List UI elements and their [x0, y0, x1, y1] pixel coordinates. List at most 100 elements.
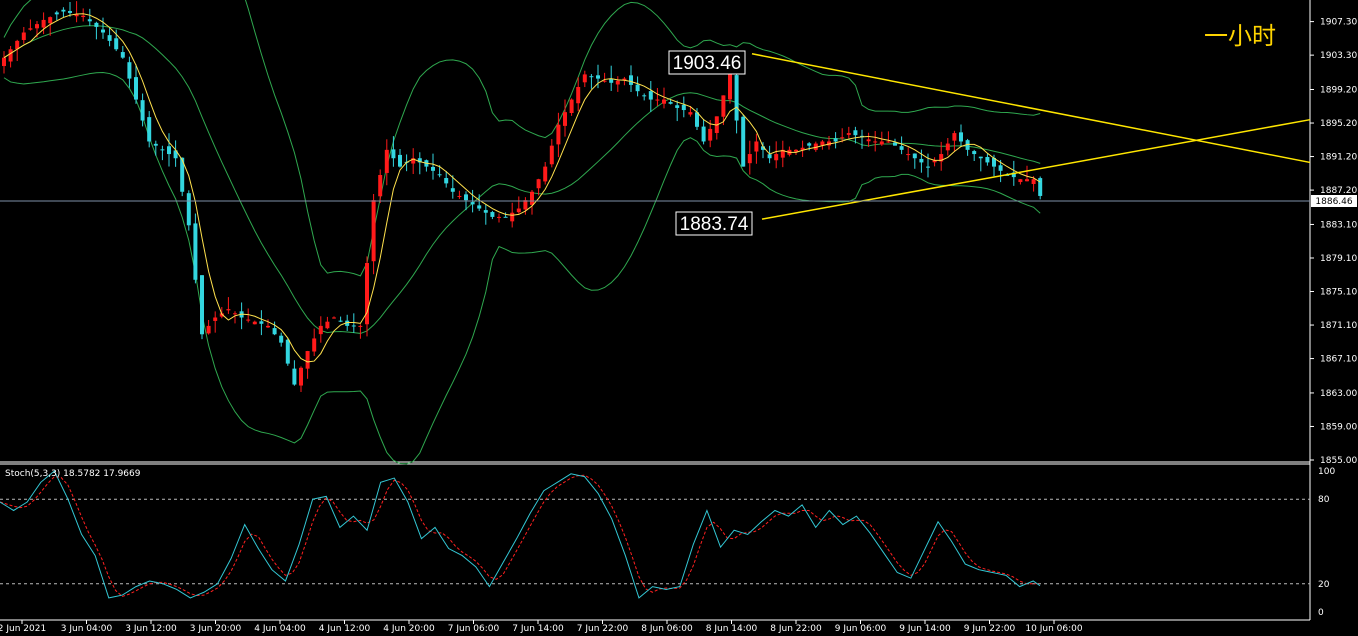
candle-body: [794, 149, 798, 152]
time-tick-label: 3 Jun 04:00: [61, 624, 113, 634]
candle-body: [378, 175, 383, 197]
price-tick-label: 1903.30: [1320, 51, 1357, 61]
candle-body: [582, 74, 587, 83]
candle-body: [919, 158, 924, 163]
candle-body: [728, 74, 732, 100]
time-tick-label: 9 Jun 14:00: [899, 624, 951, 634]
candle-body: [721, 95, 726, 117]
stoch-tick-label: 20: [1318, 580, 1330, 590]
candle-body: [140, 100, 145, 121]
candle-body: [576, 86, 581, 104]
candle-body: [926, 166, 930, 168]
candle-body: [81, 15, 86, 18]
price-tick-label: 1855.00: [1320, 456, 1357, 466]
time-tick-label: 9 Jun 22:00: [964, 624, 1016, 634]
candle-body: [292, 368, 297, 385]
price-tick-label: 1895.20: [1320, 119, 1357, 129]
candle-body: [589, 76, 594, 78]
candle-body: [853, 130, 858, 136]
candle-body: [48, 17, 53, 24]
candle-body: [602, 80, 607, 82]
candle-body: [912, 153, 917, 159]
candle-body: [708, 128, 713, 141]
candle-body: [972, 151, 977, 155]
candle-body: [470, 202, 475, 205]
candle-body: [457, 195, 462, 197]
candle-body: [153, 143, 158, 146]
candle-body: [1025, 179, 1029, 182]
candle-body: [563, 112, 567, 126]
price-chart[interactable]: 1907.30 1903.30 1899.20 1895.20 1891.20 1887.…: [0, 0, 1358, 636]
candle-body: [391, 149, 396, 159]
time-tick-label: 2 Jun 2021: [0, 624, 46, 634]
candle-body: [1031, 179, 1036, 184]
candle-body: [754, 141, 759, 152]
time-tick-label: 10 Jun 06:00: [1025, 624, 1082, 634]
candle-body: [318, 325, 323, 335]
candle-body: [523, 200, 528, 210]
candle-body: [338, 320, 343, 322]
candle-body: [312, 338, 317, 352]
candle-body: [200, 275, 204, 335]
candle-body: [299, 367, 303, 386]
candle-body: [662, 99, 666, 104]
candle-body: [510, 212, 515, 222]
candle-body: [147, 117, 152, 142]
candle-body: [2, 57, 6, 67]
candle-body: [701, 126, 706, 142]
time-tick-label: 3 Jun 20:00: [190, 624, 242, 634]
time-tick-label: 7 Jun 14:00: [512, 624, 564, 634]
price-tick-label: 1867.10: [1320, 355, 1357, 365]
time-tick-label: 4 Jun 04:00: [254, 624, 306, 634]
candle-body: [54, 12, 59, 15]
candle-body: [906, 154, 911, 156]
candle-body: [332, 317, 336, 319]
candle-body: [279, 335, 284, 343]
candle-body: [252, 321, 257, 325]
candle-body: [536, 179, 541, 189]
candle-body: [681, 104, 686, 111]
time-tick-label: 3 Jun 12:00: [125, 624, 177, 634]
candle-body: [259, 321, 264, 324]
stoch-tick-label: 80: [1318, 495, 1330, 505]
candle-body: [431, 166, 435, 171]
time-tick-label: 9 Jun 06:00: [835, 624, 887, 634]
candle-body: [246, 319, 251, 321]
current-price-tag-text: 1886.46: [1315, 197, 1352, 207]
candle-body: [101, 29, 105, 33]
candle-body: [879, 141, 884, 145]
candle-body: [233, 313, 237, 315]
candle-body: [272, 328, 277, 335]
candle-body: [866, 139, 871, 142]
candle-body: [450, 188, 455, 192]
candle-body: [767, 154, 772, 159]
candle-body: [167, 146, 171, 155]
candle-body: [648, 91, 653, 100]
candle-body: [985, 157, 990, 163]
candle-body: [820, 141, 825, 146]
candle-body: [497, 216, 501, 218]
candle-body: [774, 154, 779, 161]
candle-body: [503, 216, 508, 218]
candle-body: [734, 75, 739, 121]
candle-body: [206, 325, 211, 334]
candle-body: [464, 194, 468, 201]
price-tick-label: 1899.20: [1320, 86, 1357, 96]
candle-body: [998, 165, 1003, 171]
price-tick-label: 1891.20: [1320, 153, 1357, 163]
candle-body: [444, 178, 449, 184]
price-tick-label: 1871.10: [1320, 321, 1357, 331]
time-tick-label: 8 Jun 22:00: [770, 624, 822, 634]
candle-body: [305, 351, 310, 369]
candle-body: [477, 205, 482, 209]
time-tick-label: 8 Jun 14:00: [706, 624, 758, 634]
candle-body: [840, 137, 845, 139]
candle-body: [41, 19, 46, 28]
candle-body: [873, 141, 878, 143]
candle-body: [596, 75, 600, 79]
candle-body: [543, 166, 548, 182]
candle-body: [807, 143, 812, 146]
candle-body: [61, 9, 66, 12]
stoch-tick-label: 0: [1318, 608, 1324, 618]
candle-body: [668, 102, 673, 104]
